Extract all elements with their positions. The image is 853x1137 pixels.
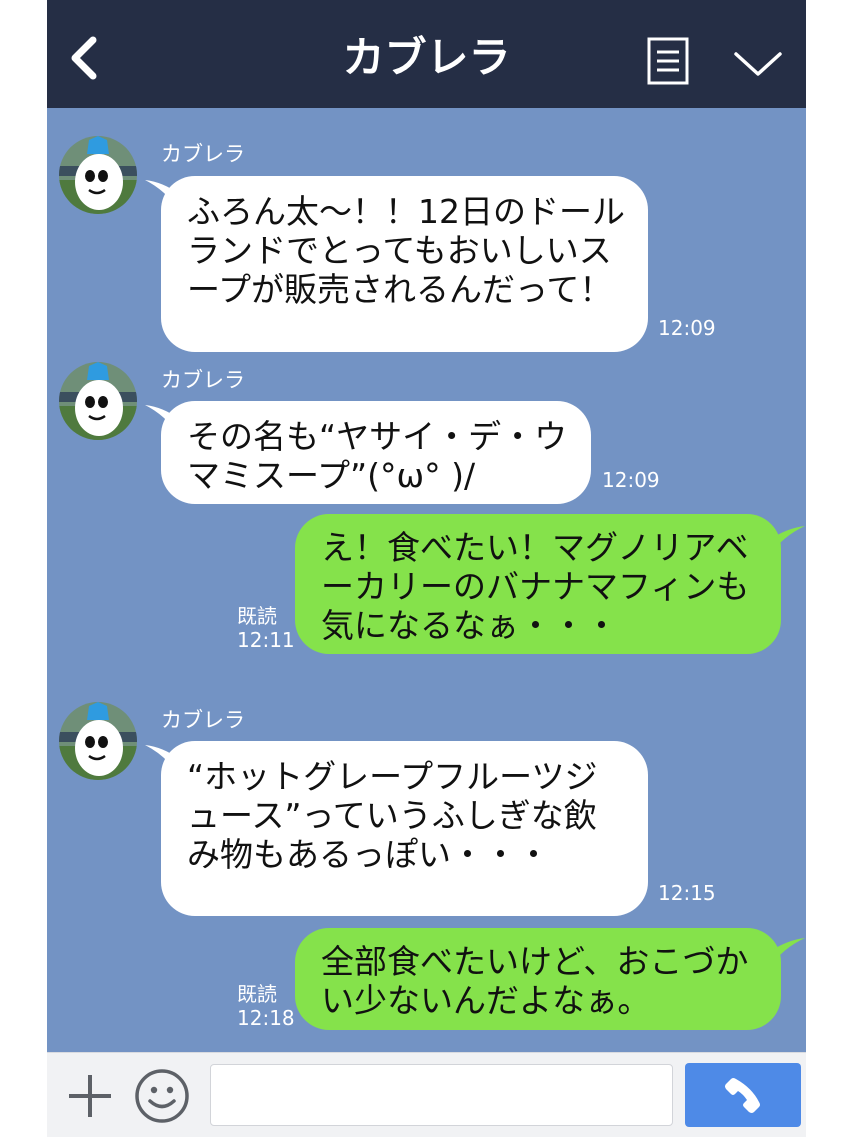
message-input[interactable] bbox=[210, 1064, 673, 1126]
sender-name: カブレラ bbox=[161, 142, 245, 166]
message-time: 12:18 bbox=[237, 1006, 295, 1030]
chevron-down-icon bbox=[734, 52, 782, 76]
mascot-avatar-icon bbox=[59, 362, 137, 440]
read-receipt: 既読 12:11 bbox=[237, 604, 295, 652]
read-receipt: 既読 12:18 bbox=[237, 982, 295, 1030]
mascot-avatar-icon bbox=[59, 702, 137, 780]
message-bubble[interactable]: え！食べたい！マグノリアベーカリーのバナナマフィンも気になるなぁ・・・ bbox=[295, 514, 781, 654]
list-menu-icon bbox=[647, 37, 689, 85]
collapse-button[interactable] bbox=[731, 44, 785, 84]
message-time: 12:15 bbox=[658, 881, 716, 905]
avatar[interactable] bbox=[59, 702, 137, 780]
message-bubble[interactable]: ふろん太〜！！12日のドールランドでとってもおいしいスープが販売されるんだって！ bbox=[161, 176, 648, 352]
read-label: 既読 bbox=[237, 604, 277, 628]
plus-icon bbox=[69, 1075, 111, 1117]
phone-icon bbox=[725, 1078, 760, 1113]
emoji-button[interactable] bbox=[133, 1067, 191, 1125]
avatar[interactable] bbox=[59, 136, 137, 214]
back-button[interactable] bbox=[61, 28, 107, 88]
message-time: 12:09 bbox=[602, 468, 660, 492]
call-button[interactable] bbox=[685, 1063, 801, 1127]
message-bubble[interactable]: その名も“ヤサイ・デ・ウマミスープ”(°ω° )/ bbox=[161, 401, 591, 504]
add-attachment-button[interactable] bbox=[63, 1069, 117, 1123]
read-label: 既読 bbox=[237, 982, 277, 1006]
chat-screen: カブレラ カブレラ ふろん太〜！！12日のドールランドでとってもおいしいスープが… bbox=[47, 0, 806, 1137]
message-bubble[interactable]: 全部食べたいけど、おこづかい少ないんだよなぁ。 bbox=[295, 928, 781, 1030]
chat-header: カブレラ bbox=[47, 0, 806, 108]
chevron-left-icon bbox=[71, 36, 97, 80]
smiley-icon bbox=[135, 1069, 189, 1123]
bubble-tail bbox=[769, 526, 805, 556]
menu-button[interactable] bbox=[643, 34, 693, 88]
message-time: 12:09 bbox=[658, 316, 716, 340]
message-input-bar bbox=[47, 1052, 806, 1137]
chat-title: カブレラ bbox=[342, 33, 511, 82]
avatar[interactable] bbox=[59, 362, 137, 440]
mascot-avatar-icon bbox=[59, 136, 137, 214]
bubble-tail bbox=[769, 938, 805, 968]
message-bubble[interactable]: “ホットグレープフルーツジュース”っていうふしぎな飲み物もあるっぽい・・・ bbox=[161, 741, 648, 916]
message-time: 12:11 bbox=[237, 628, 295, 652]
sender-name: カブレラ bbox=[161, 368, 245, 392]
sender-name: カブレラ bbox=[161, 708, 245, 732]
